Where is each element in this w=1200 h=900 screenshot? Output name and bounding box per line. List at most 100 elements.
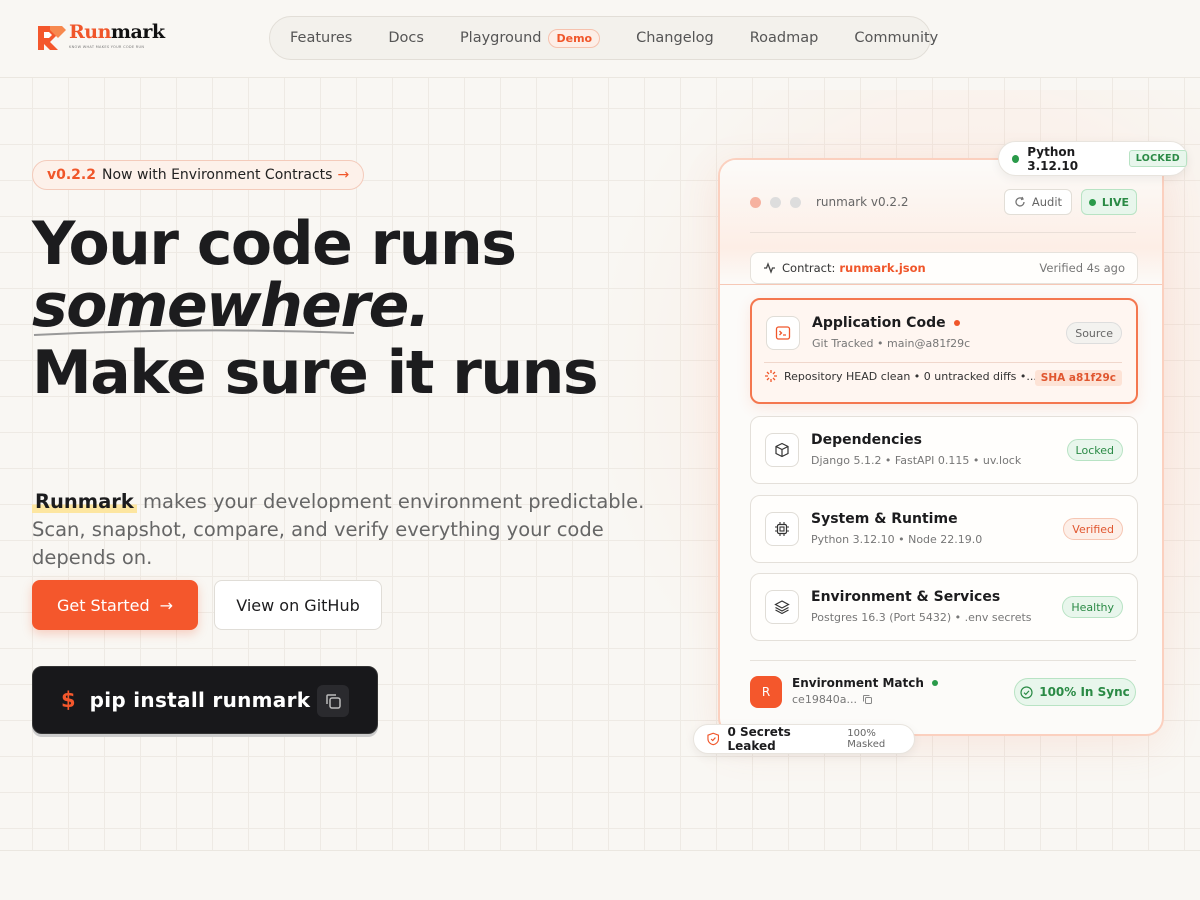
bottom-band bbox=[0, 850, 1200, 900]
live-badge: LIVE bbox=[1081, 189, 1137, 215]
logo-tagline: Know what makes your code run bbox=[69, 45, 145, 49]
locked-tag: LOCKED bbox=[1128, 150, 1187, 167]
nav-label: Features bbox=[290, 30, 353, 46]
demo-badge: Demo bbox=[548, 28, 601, 48]
sync-label: 100% In Sync bbox=[1039, 685, 1130, 699]
item-divider bbox=[764, 362, 1122, 363]
match-title-text: Environment Match bbox=[792, 676, 924, 690]
audit-button[interactable]: Audit bbox=[1004, 189, 1072, 215]
logo-wordmark-part2: mark bbox=[110, 21, 165, 43]
repo-status-text: Repository HEAD clean • 0 untracked diff… bbox=[784, 369, 1037, 383]
nav-label: Community bbox=[854, 30, 939, 46]
sha-badge: SHA a81f29c bbox=[1034, 370, 1122, 386]
item-icon-box bbox=[766, 316, 800, 350]
live-label: LIVE bbox=[1101, 195, 1130, 209]
window-dot-close bbox=[750, 197, 761, 208]
status-dot bbox=[1012, 154, 1020, 163]
copy-button[interactable] bbox=[317, 685, 349, 717]
logo[interactable]: Runmark Know what makes your code run bbox=[36, 22, 165, 54]
card-title: runmark v0.2.2 bbox=[816, 195, 909, 209]
item-subtitle: Django 5.1.2 • FastAPI 0.115 • uv.lock bbox=[811, 454, 1022, 467]
view-github-label: View on GitHub bbox=[236, 595, 360, 615]
sparkle-icon bbox=[765, 370, 777, 382]
item-icon-box bbox=[765, 590, 799, 624]
nav-label: Changelog bbox=[636, 30, 714, 46]
window-dot-minimize bbox=[770, 197, 781, 208]
install-command-box: $ pip install runmark bbox=[32, 666, 378, 734]
divider bbox=[750, 660, 1136, 661]
nav-item-features[interactable]: Features bbox=[290, 30, 352, 46]
nav-item-community[interactable]: Community bbox=[854, 30, 938, 46]
nav-item-docs[interactable]: Docs bbox=[388, 30, 424, 46]
item-system-runtime[interactable]: System & Runtime Python 3.12.10 • Node 2… bbox=[750, 495, 1138, 563]
logo-wordmark-part1: Run bbox=[69, 21, 111, 43]
item-application-code[interactable]: Application Code Git Tracked • main@a81f… bbox=[750, 298, 1138, 404]
divider bbox=[750, 232, 1136, 233]
install-command: pip install runmark bbox=[89, 688, 311, 712]
contract-bar[interactable]: Contract: runmark.json Verified 4s ago bbox=[750, 252, 1138, 284]
item-dependencies[interactable]: Dependencies Django 5.1.2 • FastAPI 0.11… bbox=[750, 416, 1138, 484]
item-subtitle: Python 3.12.10 • Node 22.19.0 bbox=[811, 533, 983, 546]
match-title: Environment Match bbox=[792, 676, 938, 690]
status-badge: Healthy bbox=[1062, 596, 1123, 618]
item-icon-box bbox=[765, 433, 799, 467]
check-circle-icon bbox=[1020, 685, 1033, 699]
get-started-label: Get Started bbox=[56, 595, 150, 615]
announcement-text: Now with Environment Contracts bbox=[102, 167, 333, 183]
sync-badge: 100% In Sync bbox=[1014, 678, 1136, 706]
python-version-chip: Python 3.12.10 LOCKED bbox=[998, 141, 1188, 176]
secrets-chip: 0 Secrets Leaked 100% Masked bbox=[693, 724, 915, 754]
python-label: Python 3.12.10 bbox=[1027, 144, 1079, 173]
match-hash[interactable]: ce19840a... bbox=[792, 693, 873, 706]
item-icon-box bbox=[765, 512, 799, 546]
logo-wordmark: Runmark bbox=[69, 22, 165, 42]
nav-item-roadmap[interactable]: Roadmap bbox=[750, 30, 819, 46]
arrow-right-icon: → bbox=[337, 167, 350, 183]
nav-label: Docs bbox=[388, 30, 424, 46]
prompt-symbol: $ bbox=[61, 688, 76, 712]
main-nav: Features Docs Playground Demo Changelog R… bbox=[269, 16, 938, 60]
secrets-masked: 100% Masked bbox=[847, 728, 886, 750]
item-subtitle: Git Tracked • main@a81f29c bbox=[812, 337, 971, 350]
shield-check-icon bbox=[707, 732, 720, 746]
environment-card: runmark v0.2.2 Audit LIVE Contract: runm… bbox=[718, 158, 1164, 736]
view-github-button[interactable]: View on GitHub bbox=[214, 580, 382, 630]
section-divider bbox=[720, 284, 1162, 285]
headline-underline bbox=[33, 329, 355, 336]
package-icon bbox=[775, 442, 789, 458]
item-title: System & Runtime bbox=[811, 511, 958, 527]
version-label: v0.2.2 bbox=[47, 167, 96, 183]
status-badge: Locked bbox=[1066, 439, 1123, 461]
item-title: Environment & Services bbox=[811, 589, 1001, 605]
contract-label: Contract: bbox=[782, 261, 836, 275]
nav-label: Roadmap bbox=[749, 30, 819, 46]
cpu-icon bbox=[775, 522, 789, 536]
hero-description: Runmark makes your development environme… bbox=[32, 488, 692, 572]
refresh-icon bbox=[1015, 196, 1025, 207]
status-dot bbox=[931, 680, 938, 686]
repo-status-line: Repository HEAD clean • 0 untracked diff… bbox=[764, 369, 1037, 383]
secrets-label: 0 Secrets Leaked bbox=[727, 725, 791, 753]
item-subtitle: Postgres 16.3 (Port 5432) • .env secrets bbox=[811, 611, 1032, 624]
nav-item-changelog[interactable]: Changelog bbox=[636, 30, 714, 46]
arrow-right-icon: → bbox=[159, 595, 174, 615]
headline-line-3: Make sure it runs bbox=[32, 338, 599, 408]
announcement-pill[interactable]: v0.2.2 Now with Environment Contracts → bbox=[32, 160, 365, 190]
item-title-text: Application Code bbox=[812, 315, 946, 331]
nav-item-playground[interactable]: Playground Demo bbox=[460, 28, 601, 48]
description-brand: Runmark bbox=[32, 490, 137, 513]
match-hash-text: ce19840a... bbox=[792, 693, 858, 706]
status-badge: Verified bbox=[1063, 518, 1123, 540]
avatar: R bbox=[750, 676, 782, 708]
item-title: Application Code bbox=[812, 315, 960, 331]
active-dot bbox=[953, 320, 960, 326]
live-dot bbox=[1088, 198, 1096, 206]
window-dot-maximize bbox=[790, 197, 801, 208]
item-environment-services[interactable]: Environment & Services Postgres 16.3 (Po… bbox=[750, 573, 1138, 641]
status-badge: Source bbox=[1066, 322, 1122, 344]
activity-icon bbox=[764, 262, 775, 274]
layers-icon bbox=[774, 600, 790, 615]
copy-icon bbox=[863, 695, 873, 704]
get-started-button[interactable]: Get Started → bbox=[32, 580, 198, 630]
copy-icon bbox=[326, 694, 341, 709]
